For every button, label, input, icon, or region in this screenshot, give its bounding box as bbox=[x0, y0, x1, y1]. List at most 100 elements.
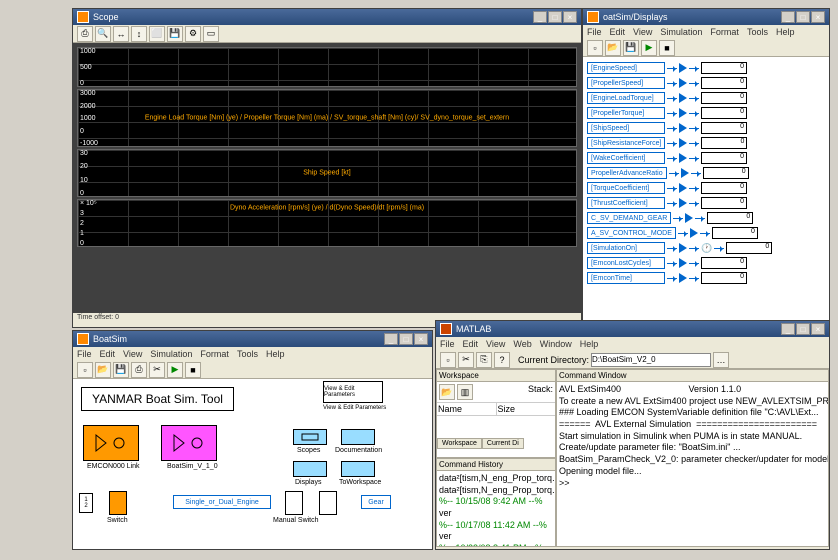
scopes-block[interactable] bbox=[293, 429, 327, 445]
save-icon[interactable]: 💾 bbox=[113, 362, 129, 378]
menu-item[interactable]: Format bbox=[710, 27, 739, 37]
zoom-y-icon[interactable]: ↕ bbox=[131, 26, 147, 42]
display-block[interactable]: 0 bbox=[701, 152, 747, 164]
col-size[interactable]: Size bbox=[497, 403, 556, 415]
new-icon[interactable]: ▫ bbox=[587, 40, 603, 56]
stop-icon[interactable]: ■ bbox=[185, 362, 201, 378]
print-icon[interactable]: ⎙ bbox=[131, 362, 147, 378]
autoscale-icon[interactable]: ⬜ bbox=[149, 26, 165, 42]
scope-chart[interactable]: 3000200010000-1000Engine Load Torque [Nm… bbox=[77, 89, 577, 147]
menu-item[interactable]: Tools bbox=[747, 27, 768, 37]
display-block[interactable]: 0 bbox=[701, 257, 747, 269]
signal-from-block[interactable]: [SimulationOn] bbox=[587, 242, 665, 254]
minimize-button[interactable]: _ bbox=[533, 11, 547, 23]
current-directory-input[interactable] bbox=[591, 353, 711, 367]
emcon-block[interactable] bbox=[83, 425, 139, 461]
signal-from-block[interactable]: [EngineLoadTorque] bbox=[587, 92, 665, 104]
menu-item[interactable]: File bbox=[587, 27, 602, 37]
maximize-button[interactable]: □ bbox=[796, 323, 810, 335]
help-icon[interactable]: ? bbox=[494, 352, 510, 368]
copy-icon[interactable]: ⎘ bbox=[476, 352, 492, 368]
switch-block[interactable] bbox=[109, 491, 127, 515]
display-block[interactable]: 0 bbox=[701, 77, 747, 89]
menu-item[interactable]: Edit bbox=[463, 339, 479, 349]
signal-from-block[interactable]: [EmconLostCycles] bbox=[587, 257, 665, 269]
new-icon[interactable]: ▫ bbox=[77, 362, 93, 378]
history-line[interactable]: %-- 10/15/08 9:42 AM --% bbox=[439, 496, 553, 508]
display-block[interactable]: 0 bbox=[701, 137, 747, 149]
stop-icon[interactable]: ■ bbox=[659, 40, 675, 56]
menu-item[interactable]: View bbox=[123, 349, 142, 359]
menu-item[interactable]: Help bbox=[580, 339, 599, 349]
titlebar[interactable]: BoatSim _ □ × bbox=[73, 331, 432, 347]
history-line[interactable]: ver bbox=[439, 531, 553, 543]
signal-from-block[interactable]: A_SV_CONTROL_MODE bbox=[587, 227, 676, 239]
display-block[interactable]: 0 bbox=[701, 182, 747, 194]
settings-icon[interactable]: ⚙ bbox=[185, 26, 201, 42]
menu-item[interactable]: View bbox=[486, 339, 505, 349]
signal-from-block[interactable]: [PropellerTorque] bbox=[587, 107, 665, 119]
titlebar[interactable]: oatSim/Displays _ □ × bbox=[583, 9, 829, 25]
display-block[interactable]: 0 bbox=[701, 122, 747, 134]
signal-from-block[interactable]: [TorqueCoefficient] bbox=[587, 182, 665, 194]
close-button[interactable]: × bbox=[563, 11, 577, 23]
menu-item[interactable]: Simulation bbox=[150, 349, 192, 359]
display-block[interactable]: 0 bbox=[701, 272, 747, 284]
view-edit-button[interactable]: View & Edit Parameters bbox=[323, 381, 383, 403]
zoom-x-icon[interactable]: ↔ bbox=[113, 26, 129, 42]
menu-item[interactable]: Tools bbox=[237, 349, 258, 359]
close-button[interactable]: × bbox=[811, 11, 825, 23]
save-icon[interactable]: 💾 bbox=[167, 26, 183, 42]
gear-goto[interactable]: Gear bbox=[361, 495, 391, 509]
titlebar[interactable]: MATLAB _ □ × bbox=[436, 321, 829, 337]
display-block[interactable]: 0 bbox=[703, 167, 749, 179]
menu-item[interactable]: Format bbox=[200, 349, 229, 359]
save-icon[interactable]: 💾 bbox=[623, 40, 639, 56]
minimize-button[interactable]: _ bbox=[384, 333, 398, 345]
maximize-button[interactable]: □ bbox=[399, 333, 413, 345]
display-block[interactable]: 0 bbox=[701, 92, 747, 104]
signal-from-block[interactable]: [EmconTime] bbox=[587, 272, 665, 284]
titlebar[interactable]: Scope _ □ × bbox=[73, 9, 581, 25]
constant-block[interactable]: 12 bbox=[79, 493, 93, 513]
menu-item[interactable]: Edit bbox=[100, 349, 116, 359]
tab-workspace[interactable]: Workspace bbox=[437, 438, 482, 449]
signal-from-block[interactable]: [ShipSpeed] bbox=[587, 122, 665, 134]
display-block[interactable]: 0 bbox=[701, 197, 747, 209]
display-block[interactable]: 0 bbox=[707, 212, 753, 224]
scope-chart[interactable]: 3020100Ship Speed [kt] bbox=[77, 149, 577, 197]
signal-from-block[interactable]: C_SV_DEMAND_GEAR bbox=[587, 212, 671, 224]
model-canvas[interactable]: [EngineSpeed]0[PropellerSpeed]0[EngineLo… bbox=[583, 57, 829, 327]
display-block[interactable]: 0 bbox=[712, 227, 758, 239]
cut-icon[interactable]: ✂ bbox=[458, 352, 474, 368]
new-icon[interactable]: ▫ bbox=[440, 352, 456, 368]
manual-switch1-block[interactable] bbox=[319, 491, 337, 515]
menu-item[interactable]: Web bbox=[513, 339, 531, 349]
menu-item[interactable]: Help bbox=[776, 27, 795, 37]
close-button[interactable]: × bbox=[811, 323, 825, 335]
print-icon[interactable]: ⎙ bbox=[77, 26, 93, 42]
open-icon[interactable]: 📂 bbox=[95, 362, 111, 378]
ws-stack-icon[interactable]: ▥ bbox=[457, 384, 473, 400]
model-canvas[interactable]: YANMAR Boat Sim. Tool View & Edit Parame… bbox=[73, 379, 432, 549]
play-icon[interactable]: ▶ bbox=[641, 40, 657, 56]
ws-open-icon[interactable]: 📂 bbox=[439, 384, 455, 400]
menu-item[interactable]: File bbox=[440, 339, 455, 349]
signal-from-block[interactable]: PropellerAdvanceRatio bbox=[587, 167, 667, 179]
displays-block[interactable] bbox=[293, 461, 327, 477]
open-icon[interactable]: 📂 bbox=[605, 40, 621, 56]
display-block[interactable]: 0 bbox=[726, 242, 772, 254]
tab-curdir[interactable]: Current Di bbox=[482, 438, 524, 449]
maximize-button[interactable]: □ bbox=[548, 11, 562, 23]
history-line[interactable]: ver bbox=[439, 508, 553, 520]
menu-item[interactable]: Window bbox=[540, 339, 572, 349]
command-window[interactable]: AVL ExtSim400 Version 1.1.0To create a n… bbox=[557, 382, 828, 491]
scope-chart[interactable]: × 10⁵3210Dyno Acceleration [rpm/s] (ye) … bbox=[77, 199, 577, 247]
engine-goto[interactable]: Single_or_Dual_Engine bbox=[173, 495, 271, 509]
workspace-block[interactable] bbox=[341, 461, 375, 477]
zoom-icon[interactable]: 🔍 bbox=[95, 26, 111, 42]
menu-item[interactable]: Help bbox=[266, 349, 285, 359]
boatsim-block[interactable] bbox=[161, 425, 217, 461]
menu-item[interactable]: Edit bbox=[610, 27, 626, 37]
menu-item[interactable]: View bbox=[633, 27, 652, 37]
